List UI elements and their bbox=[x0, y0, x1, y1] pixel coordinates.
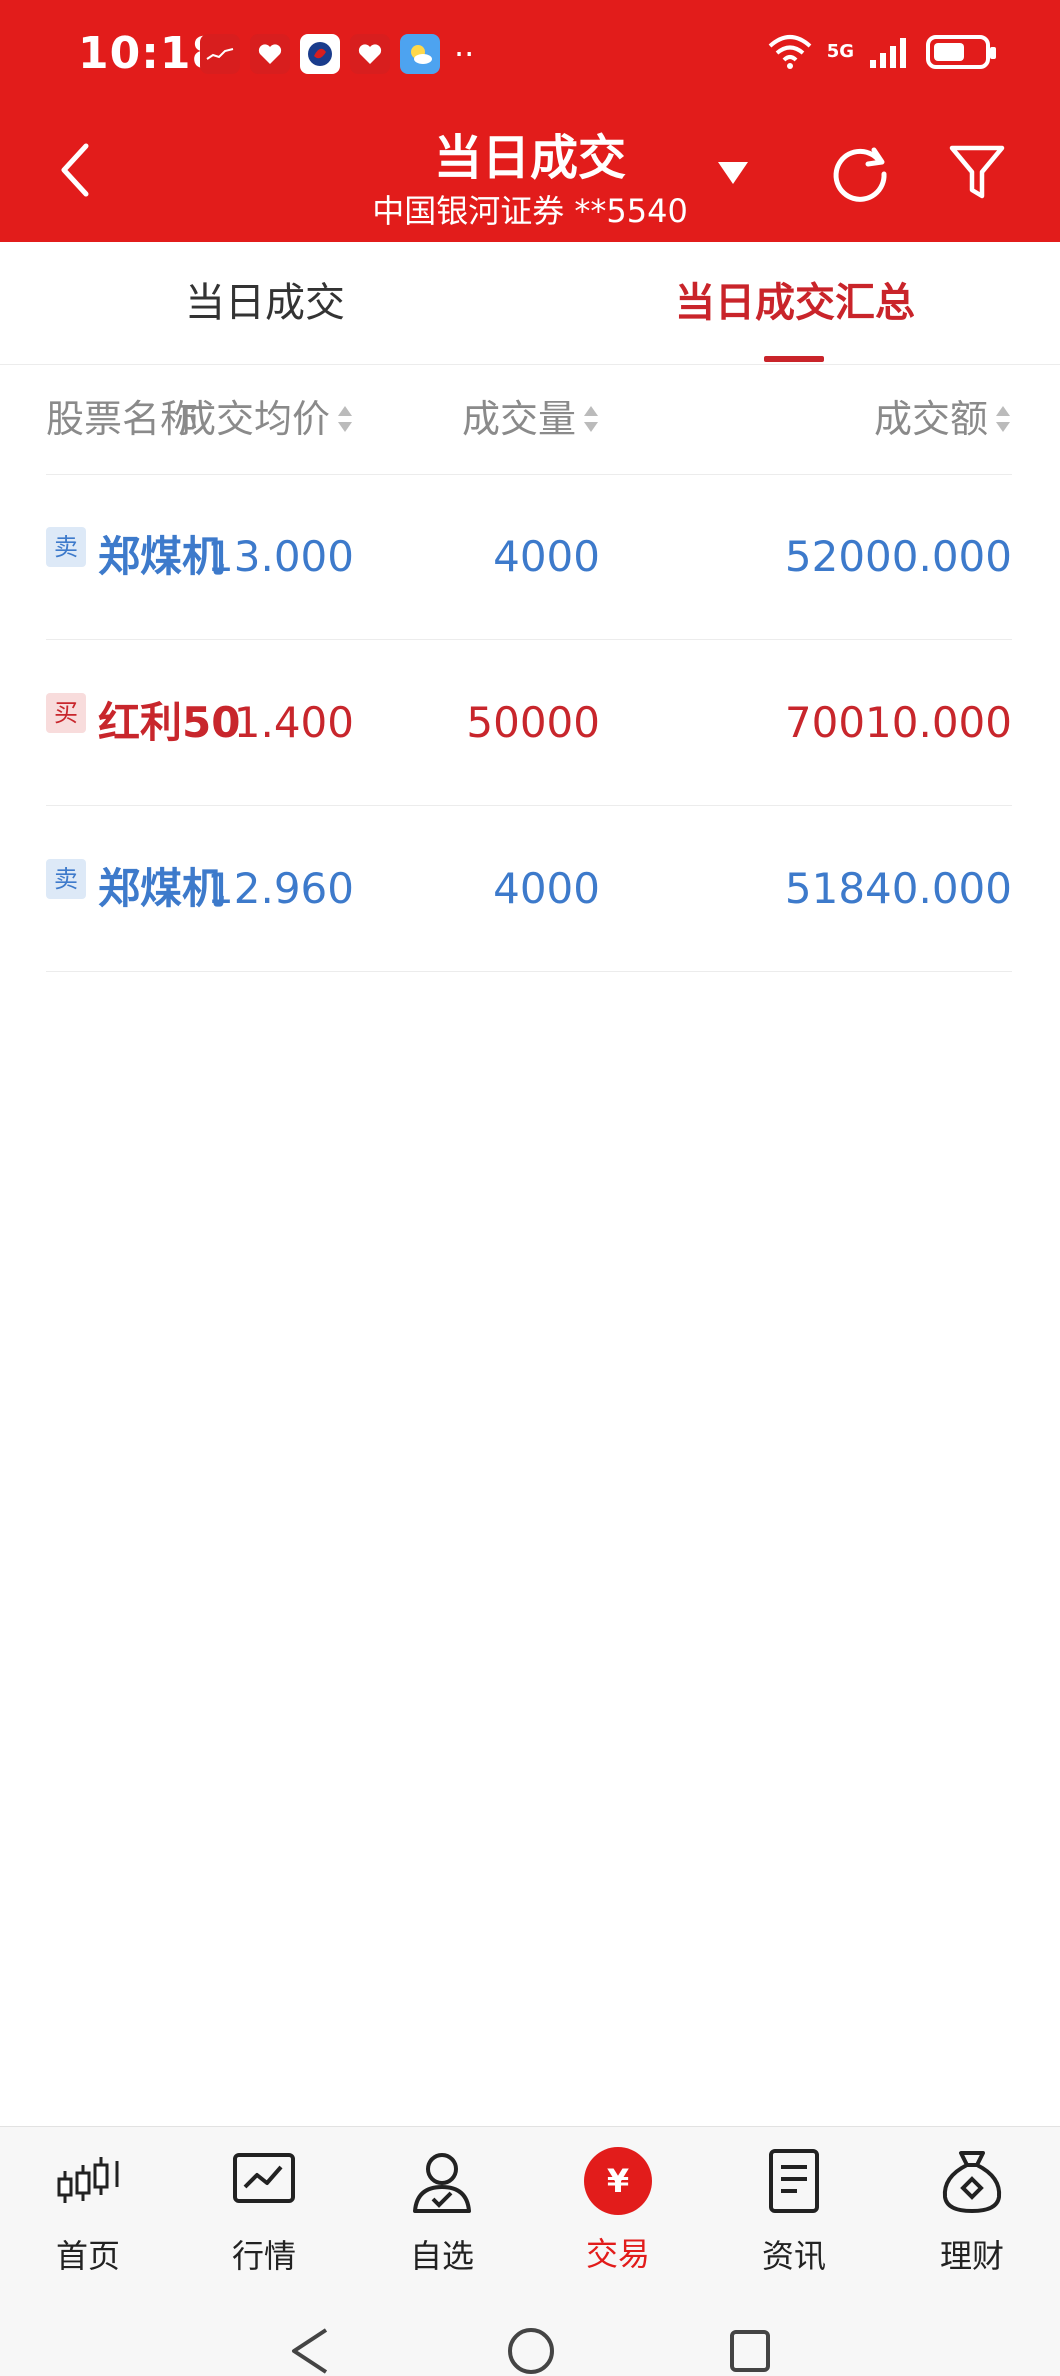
table-header: 股票名称 成交均价 成交量 成交额 bbox=[46, 364, 1012, 475]
nav-news[interactable]: 资讯 bbox=[734, 2147, 854, 2277]
stock-name: 郑煤机 bbox=[98, 532, 225, 581]
sell-badge: 卖 bbox=[46, 526, 86, 567]
status-bar: 10:18 ·· 5G bbox=[0, 0, 1060, 118]
system-recents-icon[interactable] bbox=[728, 2328, 772, 2374]
avg-price: 12.960 bbox=[207, 864, 354, 913]
stock-name-cell: 卖 郑煤机 bbox=[46, 806, 224, 971]
stock-name: 红利50 bbox=[98, 698, 241, 747]
stock-name-cell: 买 红利50 bbox=[46, 640, 240, 805]
system-back-icon[interactable] bbox=[288, 2326, 332, 2376]
app-header: 10:18 ·· 5G 当日成交 中国银河证券 **5540 bbox=[0, 0, 1060, 242]
bottom-nav: 首页 行情 自选 ¥ 交易 资讯 理财 bbox=[0, 2126, 1060, 2287]
sell-badge: 卖 bbox=[46, 858, 86, 899]
amount: 70010.000 bbox=[784, 698, 1012, 747]
refresh-icon[interactable] bbox=[828, 140, 892, 204]
account-dropdown-icon[interactable] bbox=[716, 160, 750, 186]
table-row[interactable]: 卖 郑煤机 13.000 4000 52000.000 bbox=[46, 474, 1012, 640]
avg-price: 13.000 bbox=[207, 532, 354, 581]
system-navigation-bar bbox=[0, 2286, 1060, 2376]
avg-price: 1.400 bbox=[233, 698, 354, 747]
app-notification-icon bbox=[200, 34, 240, 74]
table-row[interactable]: 卖 郑煤机 12.960 4000 51840.000 bbox=[46, 806, 1012, 972]
yuan-icon: ¥ bbox=[584, 2147, 652, 2215]
nav-watchlist[interactable]: 自选 bbox=[382, 2147, 502, 2277]
heart-app-icon bbox=[250, 34, 290, 74]
account-subtitle[interactable]: 中国银河证券 **5540 bbox=[0, 186, 1060, 232]
sort-icon bbox=[582, 402, 600, 436]
sort-icon bbox=[336, 402, 354, 436]
tab-today-trades-summary[interactable]: 当日成交汇总 bbox=[610, 242, 980, 364]
nav-wealth[interactable]: 理财 bbox=[912, 2147, 1032, 2277]
document-icon bbox=[769, 2149, 819, 2213]
stock-name: 郑煤机 bbox=[98, 864, 225, 913]
network-type: 5G bbox=[826, 41, 854, 62]
nav-trade[interactable]: ¥ 交易 bbox=[558, 2147, 678, 2275]
filter-icon[interactable] bbox=[948, 142, 1006, 204]
stock-name-cell: 卖 郑煤机 bbox=[46, 474, 224, 639]
nav-home[interactable]: 首页 bbox=[28, 2147, 148, 2277]
heart-app-icon-2 bbox=[350, 34, 390, 74]
page-title[interactable]: 当日成交 bbox=[0, 118, 1060, 188]
weather-icon bbox=[400, 34, 440, 74]
tab-today-trades[interactable]: 当日成交 bbox=[80, 242, 450, 364]
signal-icon bbox=[870, 38, 906, 68]
column-header-name: 股票名称 bbox=[46, 397, 199, 441]
wifi-icon bbox=[768, 35, 812, 69]
column-header-avg-price[interactable]: 成交均价 bbox=[178, 364, 354, 474]
column-header-volume[interactable]: 成交量 bbox=[462, 364, 600, 474]
volume: 4000 bbox=[493, 864, 600, 913]
nav-market[interactable]: 行情 bbox=[204, 2147, 324, 2277]
amount: 51840.000 bbox=[784, 864, 1012, 913]
amount: 52000.000 bbox=[784, 532, 1012, 581]
volume: 4000 bbox=[493, 532, 600, 581]
battery-icon bbox=[926, 35, 996, 69]
column-header-amount[interactable]: 成交额 bbox=[874, 364, 1012, 474]
money-bag-icon bbox=[942, 2151, 1002, 2213]
table-row[interactable]: 买 红利50 1.400 50000 70010.000 bbox=[46, 640, 1012, 806]
more-notifications-icon: ·· bbox=[454, 35, 475, 73]
volume: 50000 bbox=[466, 698, 600, 747]
system-home-icon[interactable] bbox=[506, 2326, 556, 2376]
active-tab-indicator bbox=[764, 356, 824, 362]
tab-bar: 当日成交 当日成交汇总 bbox=[0, 242, 1060, 365]
bank-app-icon bbox=[300, 34, 340, 74]
candlestick-icon bbox=[57, 2157, 119, 2203]
chart-icon bbox=[233, 2153, 295, 2203]
system-indicators: 5G bbox=[767, 34, 996, 70]
buy-badge: 买 bbox=[46, 692, 86, 733]
user-check-icon bbox=[413, 2153, 471, 2213]
sort-icon bbox=[994, 402, 1012, 436]
trade-summary-list: 卖 郑煤机 13.000 4000 52000.000 买 红利50 1.400… bbox=[46, 474, 1012, 972]
notification-icons: ·· bbox=[200, 34, 474, 74]
